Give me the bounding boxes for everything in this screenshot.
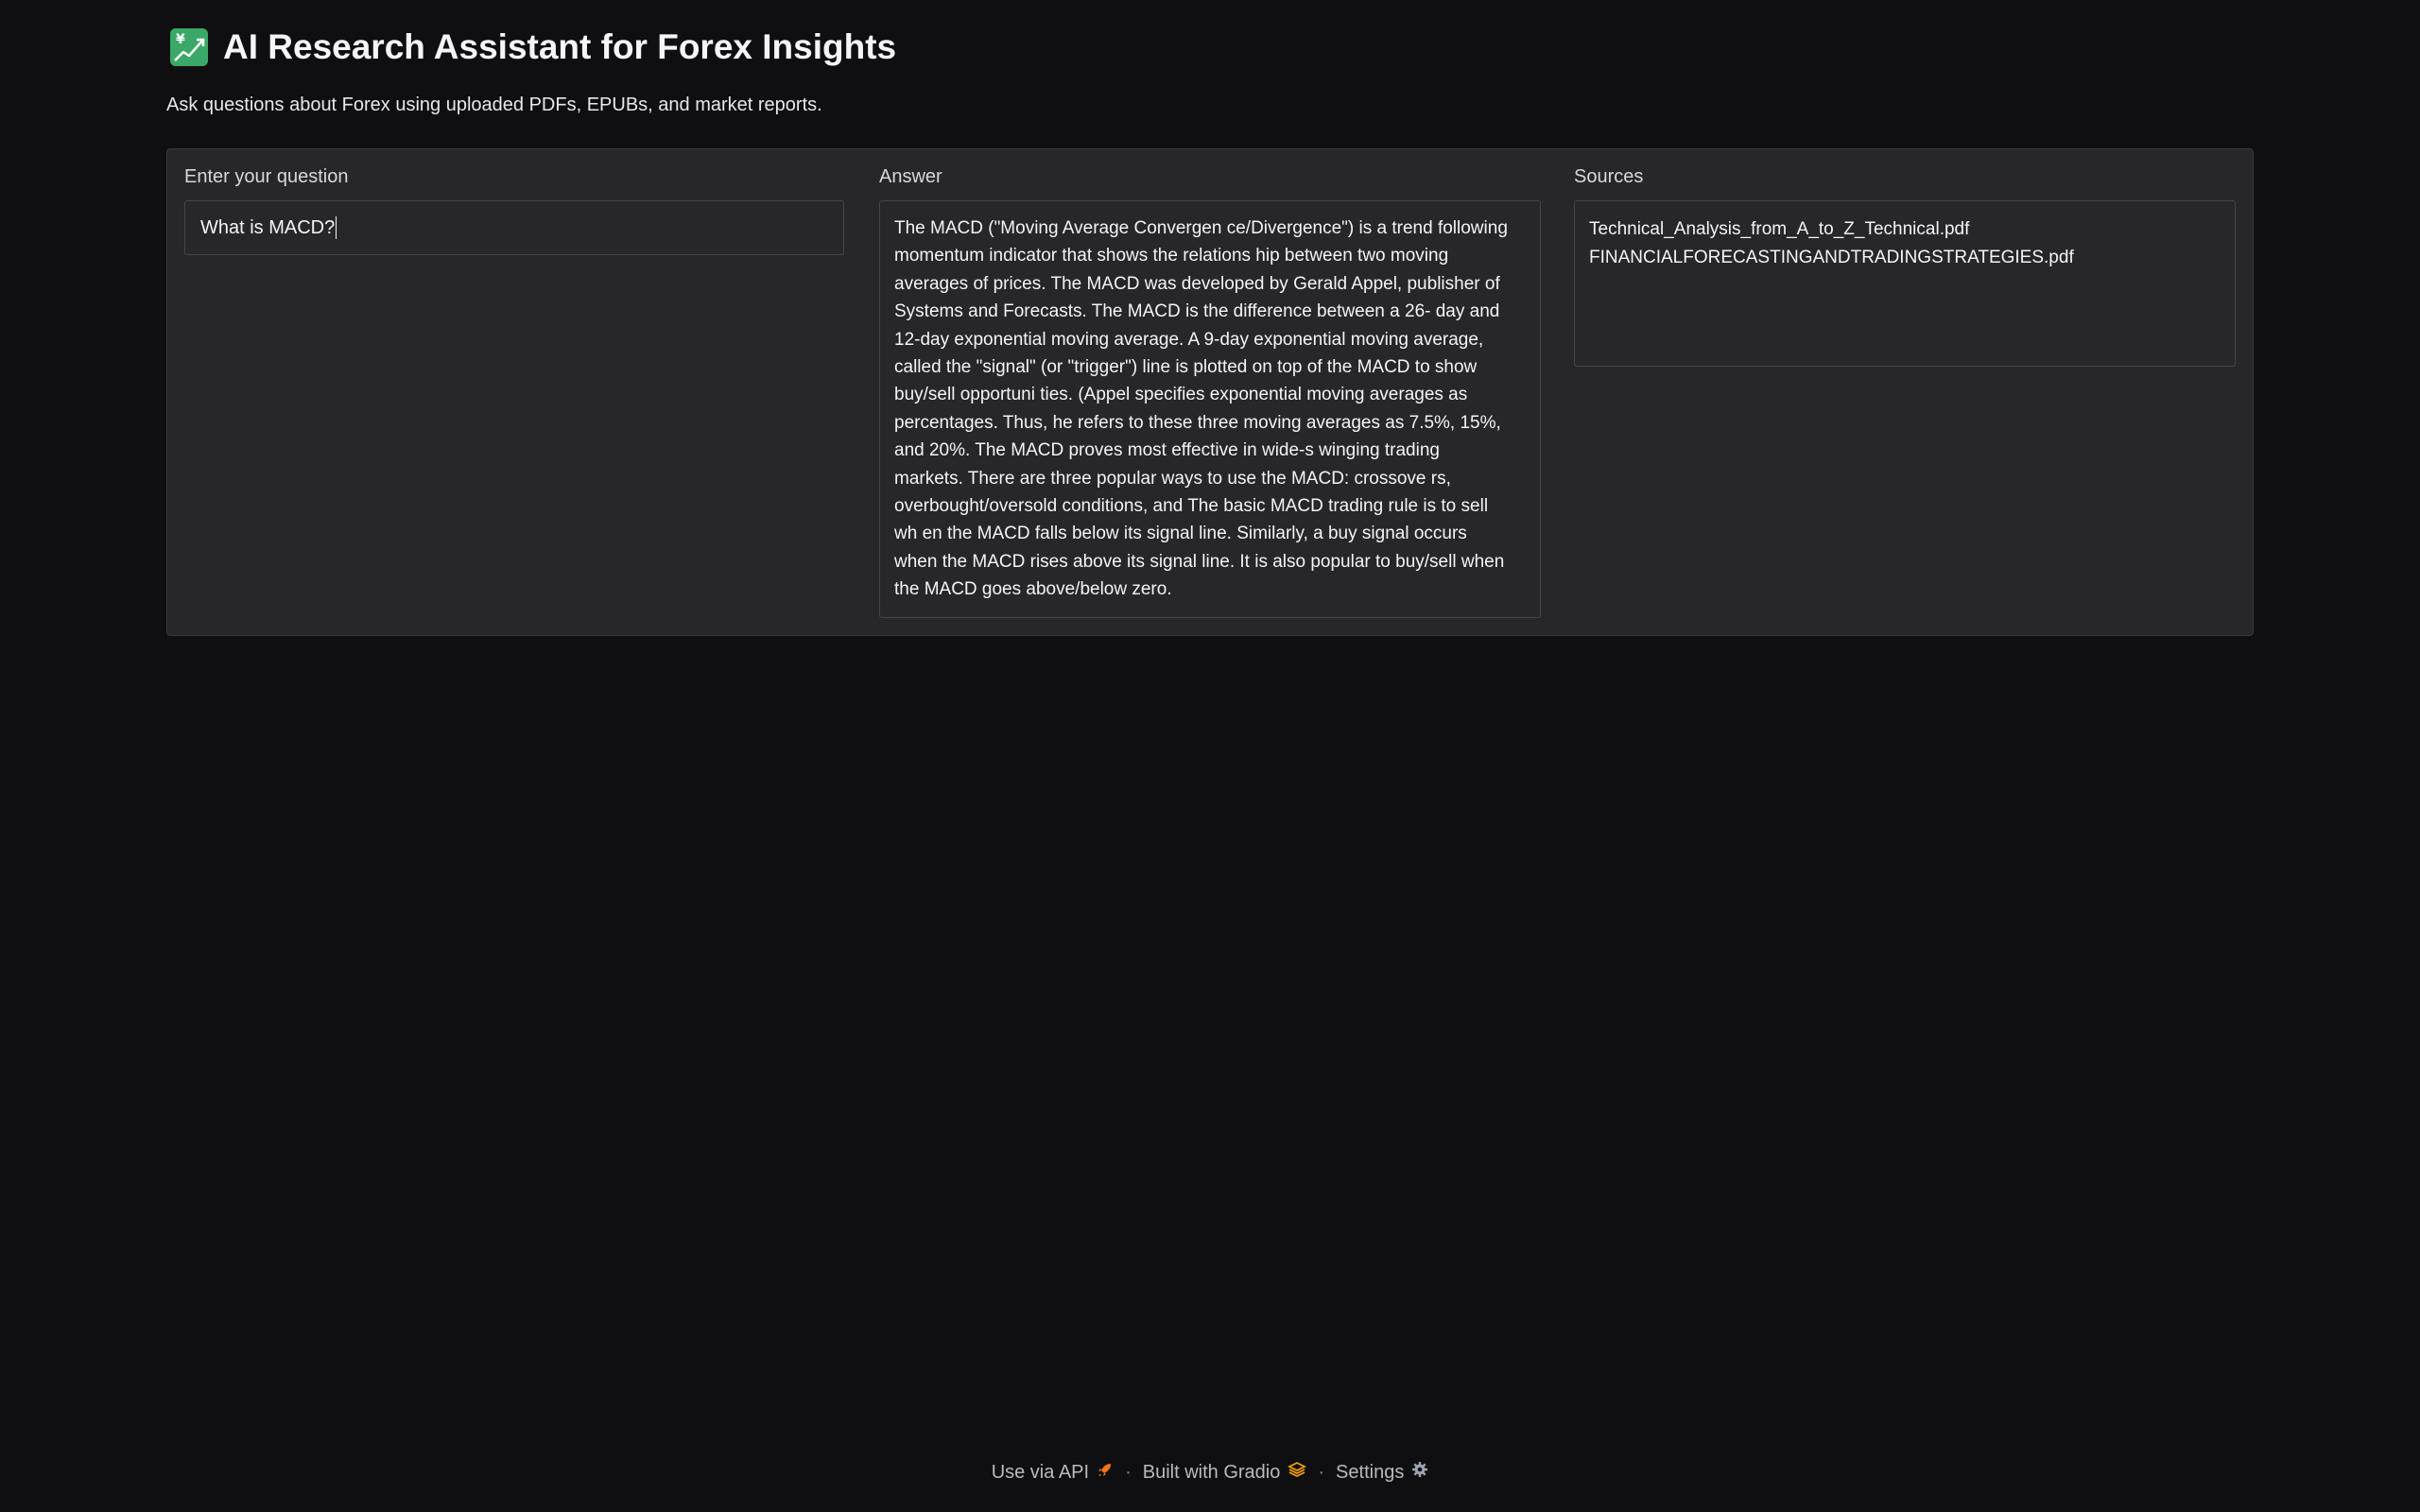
text-caret: [336, 216, 337, 239]
answer-line: the MACD goes above/below zero.: [894, 579, 1172, 600]
footer-separator: ·: [1125, 1461, 1132, 1483]
answer-textbox[interactable]: The MACD ("Moving Average Convergen ce/D…: [879, 200, 1541, 618]
answer-line: markets. There are three popular ways to…: [894, 468, 1451, 489]
built-with-gradio-label: Built with Gradio: [1142, 1461, 1281, 1483]
footer-separator: ·: [1318, 1461, 1325, 1483]
sources-label: Sources: [1574, 166, 1644, 187]
svg-text:¥: ¥: [176, 32, 185, 47]
answer-line: when the MACD rises above its signal lin…: [894, 551, 1505, 572]
settings-link[interactable]: Settings: [1336, 1461, 1428, 1484]
chart-increasing-yen-icon: ¥: [170, 28, 208, 66]
answer-line: and 20%. The MACD proves most effective …: [894, 440, 1440, 461]
answer-line: 12-day exponential moving average. A 9-d…: [894, 329, 1484, 350]
question-label: Enter your question: [184, 166, 349, 187]
answer-line: averages of prices. The MACD was develop…: [894, 273, 1500, 294]
page-subtitle: Ask questions about Forex using uploaded…: [166, 94, 822, 115]
gear-icon: [1411, 1461, 1428, 1484]
answer-line: percentages. Thus, he refers to these th…: [894, 412, 1501, 433]
answer-label: Answer: [879, 166, 942, 187]
sources-textbox[interactable]: Technical_Analysis_from_A_to_Z_Technical…: [1574, 200, 2236, 367]
app-root: ¥ AI Research Assistant for Forex Insigh…: [0, 0, 2420, 1512]
answer-line: overbought/oversold conditions, and The …: [894, 496, 1489, 517]
answer-column: Answer The MACD ("Moving Average Converg…: [879, 164, 1541, 618]
page-title: AI Research Assistant for Forex Insights: [223, 27, 897, 66]
rocket-icon: [1097, 1461, 1114, 1484]
answer-line: Systems and Forecasts. The MACD is the d…: [894, 301, 1500, 322]
footer: Use via API · Built with Gradio · Settin…: [0, 1461, 2420, 1484]
answer-line: momentum indicator that shows the relati…: [894, 246, 1449, 266]
main-panel: Enter your question What is MACD? Answer…: [166, 148, 2254, 636]
use-via-api-link[interactable]: Use via API: [992, 1461, 1114, 1484]
question-input-value: What is MACD?: [200, 216, 336, 238]
answer-line: called the "signal" (or "trigger") line …: [894, 357, 1478, 378]
use-via-api-label: Use via API: [991, 1461, 1090, 1483]
header: ¥ AI Research Assistant for Forex Insigh…: [166, 23, 2254, 116]
gradio-logo-icon: [1288, 1461, 1307, 1484]
built-with-gradio-link[interactable]: Built with Gradio: [1143, 1461, 1307, 1484]
answer-line: The MACD ("Moving Average Convergen ce/D…: [894, 218, 1508, 238]
settings-label: Settings: [1336, 1461, 1405, 1483]
title-row: ¥ AI Research Assistant for Forex Insigh…: [166, 23, 2254, 72]
source-item: FINANCIALFORECASTINGANDTRADINGSTRATEGIES…: [1589, 248, 2074, 267]
question-column: Enter your question What is MACD?: [184, 164, 846, 255]
sources-column: Sources Technical_Analysis_from_A_to_Z_T…: [1574, 164, 2236, 367]
question-input[interactable]: What is MACD?: [184, 200, 844, 255]
answer-line: buy/sell opportuni ties. (Appel specifie…: [894, 385, 1468, 405]
source-item: Technical_Analysis_from_A_to_Z_Technical…: [1589, 219, 1970, 239]
answer-line: wh en the MACD falls below its signal li…: [894, 524, 1467, 544]
